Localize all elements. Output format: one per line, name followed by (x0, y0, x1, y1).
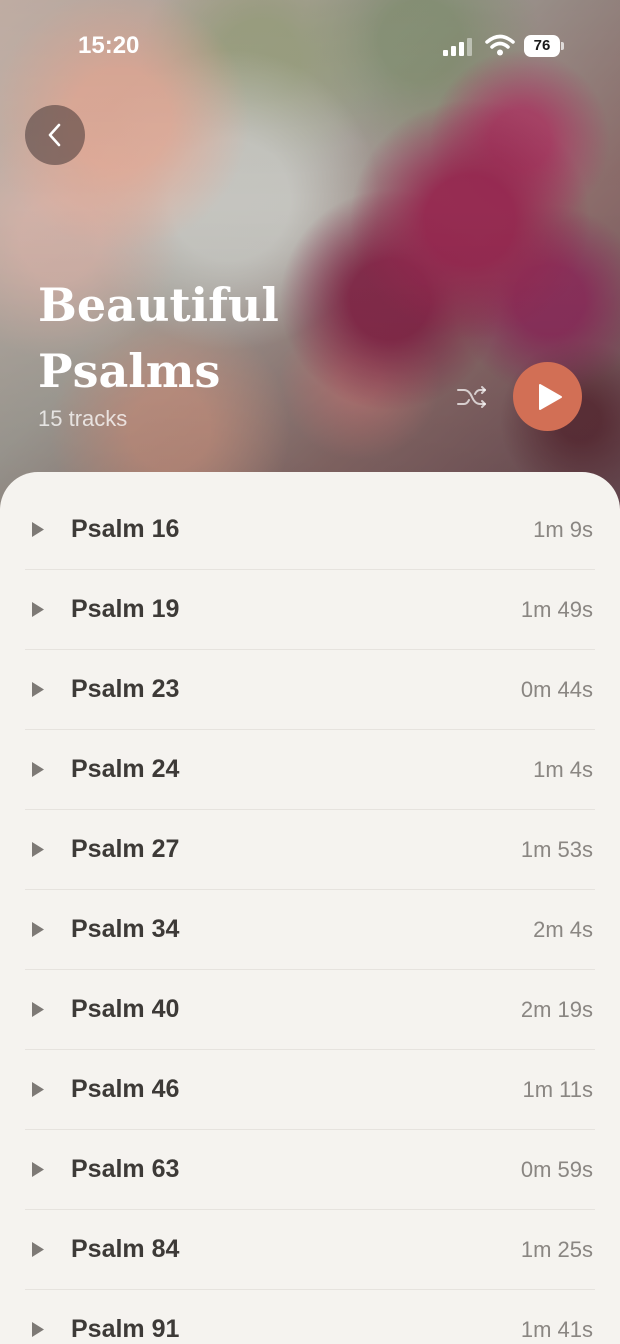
status-bar: 15:20 76 (0, 0, 620, 90)
track-row[interactable]: Psalm 40 2m 19s (25, 970, 595, 1050)
chevron-left-icon (48, 123, 61, 147)
track-duration: 0m 44s (520, 677, 593, 702)
play-icon (539, 384, 562, 410)
track-title: Psalm 63 (71, 1155, 180, 1183)
track-play-icon[interactable] (31, 1321, 45, 1338)
signal-icon (443, 38, 472, 56)
track-row[interactable]: Psalm 24 1m 4s (25, 730, 595, 810)
track-play-icon[interactable] (31, 1081, 45, 1098)
track-play-icon[interactable] (31, 921, 45, 938)
track-duration: 1m 53s (520, 837, 593, 862)
track-duration: 1m 49s (520, 597, 593, 622)
shuffle-button[interactable] (456, 383, 488, 411)
track-duration: 1m 11s (522, 1077, 593, 1102)
track-title: Psalm 23 (71, 675, 180, 703)
track-title: Psalm 24 (71, 755, 180, 783)
track-list-panel: Psalm 16 1m 9s Psalm 19 1m 49s Psalm 23 0m 44… (0, 472, 620, 1344)
track-list: Psalm 16 1m 9s Psalm 19 1m 49s Psalm 23 0m 44… (25, 490, 595, 1344)
play-all-button[interactable] (513, 362, 582, 431)
track-count: 15 tracks (38, 406, 128, 431)
track-title: Psalm 46 (71, 1075, 180, 1103)
track-duration: 1m 25s (520, 1237, 593, 1262)
track-duration: 0m 59s (520, 1157, 593, 1182)
track-play-icon[interactable] (31, 761, 45, 778)
track-row[interactable]: Psalm 16 1m 9s (25, 490, 595, 570)
page-title: Beautiful Psalms (38, 278, 279, 398)
track-duration: 1m 9s (533, 517, 593, 542)
shuffle-icon (457, 386, 486, 408)
track-row[interactable]: Psalm 63 0m 59s (25, 1130, 595, 1210)
back-button[interactable] (25, 105, 85, 165)
track-title: Psalm 84 (71, 1235, 180, 1263)
track-row[interactable]: Psalm 27 1m 53s (25, 810, 595, 890)
track-duration: 1m 4s (533, 757, 593, 782)
track-title: Psalm 27 (71, 835, 180, 863)
track-title: Psalm 19 (71, 595, 180, 623)
track-play-icon[interactable] (31, 681, 45, 698)
battery-level: 76 (533, 37, 551, 54)
track-play-icon[interactable] (31, 1161, 45, 1178)
wifi-icon (485, 34, 515, 56)
track-title: Psalm 16 (71, 515, 180, 543)
status-time: 15:20 (78, 32, 140, 59)
track-row[interactable]: Psalm 19 1m 49s (25, 570, 595, 650)
track-play-icon[interactable] (31, 1241, 45, 1258)
track-title: Psalm 91 (71, 1315, 180, 1343)
track-play-icon[interactable] (31, 1001, 45, 1018)
track-play-icon[interactable] (31, 521, 45, 538)
track-row[interactable]: Psalm 34 2m 4s (25, 890, 595, 970)
track-play-icon[interactable] (31, 601, 45, 618)
track-duration: 1m 41s (520, 1317, 593, 1342)
track-row[interactable]: Psalm 84 1m 25s (25, 1210, 595, 1290)
track-title: Psalm 34 (71, 915, 180, 943)
track-duration: 2m 19s (520, 997, 593, 1022)
battery-icon: 76 (524, 35, 564, 57)
track-row[interactable]: Psalm 23 0m 44s (25, 650, 595, 730)
track-row[interactable]: Psalm 46 1m 11s (25, 1050, 595, 1130)
track-title: Psalm 40 (71, 995, 180, 1023)
track-duration: 2m 4s (533, 917, 593, 942)
track-play-icon[interactable] (31, 841, 45, 858)
track-row[interactable]: Psalm 91 1m 41s (25, 1290, 595, 1344)
